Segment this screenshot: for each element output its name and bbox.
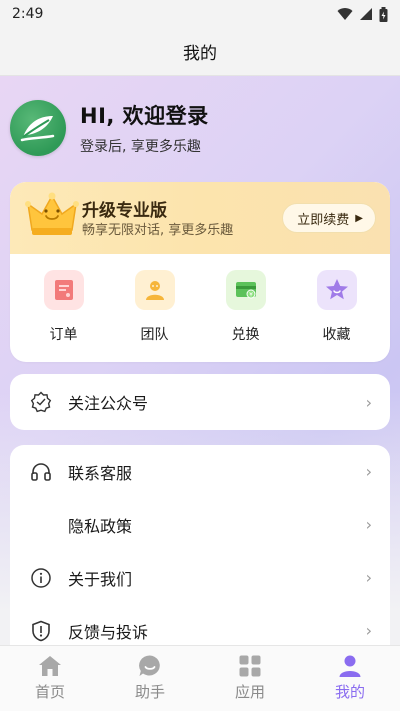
headset-icon [28,459,54,485]
quick-item-favorite[interactable]: 收藏 [297,254,377,362]
quick-actions: 订单 团队 ¥ 兑换 收藏 [10,254,390,362]
menu-item-privacy[interactable]: 隐私政策 › [10,498,390,551]
tab-label-profile: 我的 [334,683,365,701]
status-time: 2:49 [12,6,44,22]
menu-item-follow[interactable]: 关注公众号 › [10,374,390,430]
signal-icon [360,8,372,20]
home-icon [39,656,61,676]
renew-button[interactable]: 立即续费 ▶ [282,203,376,233]
vip-banner[interactable]: 升级专业版 畅享无限对话, 享更多乐趣 立即续费 ▶ [10,182,390,254]
assistant-icon [139,655,160,676]
avatar[interactable] [10,100,66,156]
tab-label-home: 首页 [34,683,65,701]
chevron-right-icon: › [365,392,372,412]
chevron-right-icon: › [365,568,372,587]
tab-home[interactable]: 首页 [0,646,100,702]
page-title: 我的 [183,44,217,64]
battery-icon [379,6,388,22]
status-icons [337,6,388,22]
menu-label-follow: 关注公众号 [68,394,149,413]
apps-icon [239,655,261,677]
wifi-icon [337,8,353,20]
star-icon [316,270,357,310]
vip-card: 升级专业版 畅享无限对话, 享更多乐趣 立即续费 ▶ 订单 团队 ¥ 兑换 收藏 [10,182,390,362]
menu-label-about: 关于我们 [68,569,133,589]
quick-item-order[interactable]: 订单 [24,254,104,362]
follow-card: 关注公众号 › [10,374,390,430]
profile-section[interactable]: HI, 欢迎登录 登录后, 享更多乐趣 [10,100,209,156]
menu-item-support[interactable]: 联系客服 › [10,445,390,498]
quick-label-order: 订单 [49,327,78,343]
chevron-right-icon: › [365,621,372,640]
order-icon [43,270,84,310]
status-bar: 2:49 [0,0,400,28]
chevron-right-icon: ▶ [355,212,363,224]
menu-label-support: 联系客服 [68,463,133,483]
team-icon [134,270,175,310]
menu-label-feedback: 反馈与投诉 [68,622,149,642]
exchange-icon: ¥ [225,270,266,310]
crown-icon [25,192,79,235]
info-icon [28,565,54,591]
tab-assistant[interactable]: 助手 [100,646,200,702]
profile-icon [339,655,361,677]
bottom-tab-bar: 首页 助手 应用 我的 [0,645,400,711]
login-greeting[interactable]: HI, 欢迎登录 [80,100,209,130]
tab-apps[interactable]: 应用 [200,646,300,702]
tab-label-apps: 应用 [234,683,265,701]
vip-subtitle: 畅享无限对话, 享更多乐趣 [82,223,234,238]
quick-label-favorite: 收藏 [322,327,351,343]
tab-label-assistant: 助手 [134,683,165,701]
badge-icon [28,389,54,415]
quick-item-exchange[interactable]: ¥ 兑换 [206,254,286,362]
chevron-right-icon: › [365,462,372,481]
title-bar: 我的 [0,28,400,76]
privacy-icon [28,512,54,538]
quick-label-team: 团队 [140,327,169,343]
menu-label-privacy: 隐私政策 [68,516,133,536]
login-subtitle: 登录后, 享更多乐趣 [80,139,201,155]
chevron-right-icon: › [365,515,372,534]
svg-text:¥: ¥ [249,292,253,299]
leaf-logo-icon [20,116,55,142]
menu-card: 联系客服 › 隐私政策 › 关于我们 › 反馈与投诉 › [10,445,390,665]
renew-button-label: 立即续费 [297,212,350,228]
quick-label-exchange: 兑换 [231,327,260,343]
shield-icon [28,618,54,644]
vip-title: 升级专业版 [82,201,167,221]
tab-profile[interactable]: 我的 [300,646,400,702]
quick-item-team[interactable]: 团队 [115,254,195,362]
menu-item-about[interactable]: 关于我们 › [10,551,390,604]
